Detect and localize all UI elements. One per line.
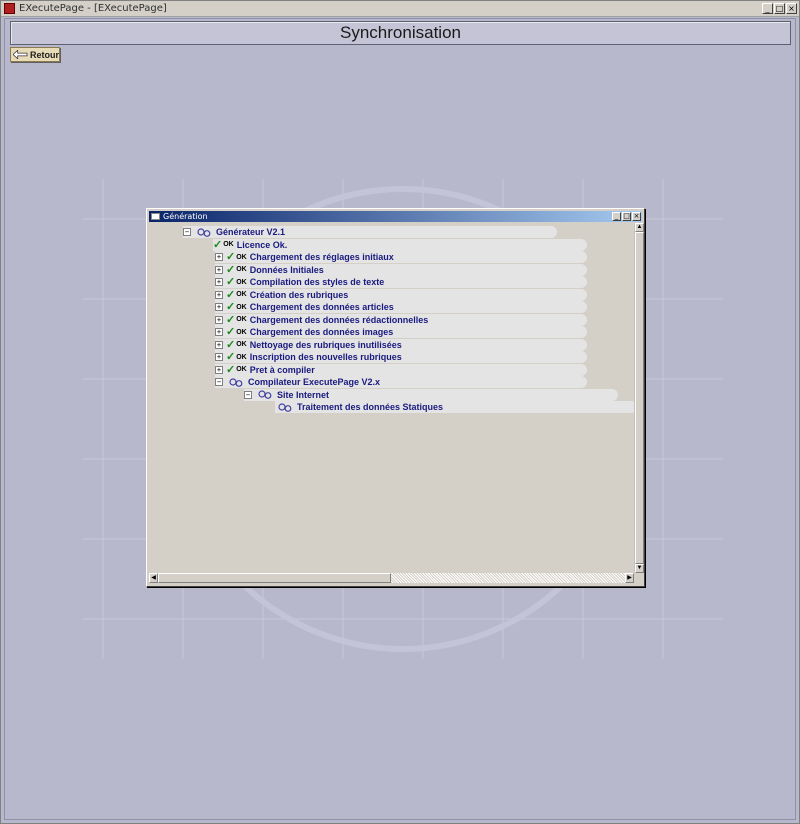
vertical-scrollbar[interactable]: ▲ ▼ [634, 223, 644, 573]
generation-titlebar[interactable]: Génération _ □ × [149, 211, 642, 222]
tree-node-step[interactable]: + ✓ OK Chargement des données rédactionn… [215, 313, 587, 326]
expand-icon[interactable]: + [215, 353, 223, 361]
collapse-icon[interactable]: − [183, 228, 191, 236]
check-icon: ✓ [226, 301, 236, 313]
check-icon: ✓ [213, 238, 223, 251]
tree-node-label: Inscription des nouvelles rubriques [249, 352, 402, 362]
tree-node-label: Traitement des données Statiques [297, 402, 444, 412]
scroll-up-button[interactable]: ▲ [635, 223, 644, 232]
tree-node-static[interactable]: Traitement des données Statiques [275, 401, 634, 413]
tree-node-label: Chargement des données articles [249, 302, 394, 312]
check-icon: ✓ [226, 288, 236, 301]
check-icon: ✓ [226, 276, 236, 288]
horizontal-scroll-thumb[interactable] [158, 573, 391, 583]
check-icon: ✓ [226, 313, 236, 326]
tree-node-step[interactable]: + ✓ OK Données Initiales [215, 263, 587, 276]
scroll-down-button[interactable]: ▼ [635, 564, 644, 573]
tree-node-label: Générateur V2.1 [216, 227, 286, 237]
tree-node-root[interactable]: − Générateur V2.1 [183, 226, 557, 238]
ok-tag: OK [236, 303, 247, 311]
back-arrow-icon [13, 50, 28, 59]
tree-node-label: Pret à compiler [249, 364, 315, 375]
app-window: EXecutePage - [EXecutePage] _ □ × Synchr… [0, 0, 800, 824]
ok-tag: OK [236, 253, 247, 261]
tree-node-label: Création des rubriques [249, 289, 349, 300]
tree-node-label: Données Initiales [249, 264, 324, 275]
tree-node-licence[interactable]: ✓ OK Licence Ok. [213, 238, 587, 251]
tree-node-step[interactable]: + ✓ OK Compilation des styles de texte [215, 276, 587, 288]
close-button[interactable]: × [786, 3, 797, 14]
check-icon: ✓ [226, 338, 236, 351]
vertical-scroll-thumb[interactable] [635, 232, 644, 564]
expand-icon[interactable]: + [215, 290, 223, 299]
tree-node-label: Site Internet [277, 389, 330, 400]
maximize-button[interactable]: □ [774, 3, 785, 14]
tree-view[interactable]: − Générateur V2.1 ✓ OK Licence Ok. + ✓ O… [149, 223, 634, 571]
generation-maximize-button[interactable]: □ [622, 212, 631, 221]
check-icon: ✓ [226, 351, 236, 363]
ok-tag: OK [236, 266, 247, 273]
app-titlebar[interactable]: EXecutePage - [EXecutePage] _ □ × [1, 1, 799, 17]
app-title: EXecutePage - [EXecutePage] [19, 3, 167, 14]
ok-tag: OK [236, 353, 247, 361]
scroll-right-button[interactable]: ▶ [625, 573, 634, 583]
check-icon: ✓ [226, 251, 236, 263]
tree-node-label: Chargement des données images [249, 327, 394, 337]
gears-icon [197, 227, 211, 237]
page-title: Synchronisation [340, 23, 461, 42]
tree-node-compiler[interactable]: − Compilateur ExecutePage V2.x [215, 376, 587, 388]
expand-icon[interactable]: + [215, 265, 223, 274]
ok-tag: OK [236, 316, 247, 323]
scroll-left-button[interactable]: ◀ [149, 573, 158, 583]
check-icon: ✓ [226, 363, 236, 376]
collapse-icon[interactable]: − [215, 378, 223, 386]
collapse-icon[interactable]: − [244, 390, 252, 399]
gears-icon [229, 377, 243, 387]
generation-minimize-button[interactable]: _ [612, 212, 621, 221]
tree-node-step[interactable]: + ✓ OK Création des rubriques [215, 288, 587, 301]
resize-grip-icon[interactable] [634, 573, 644, 583]
tree-node-step[interactable]: + ✓ OK Inscription des nouvelles rubriqu… [215, 351, 587, 363]
gears-icon [258, 390, 272, 399]
expand-icon[interactable]: + [215, 340, 223, 349]
window-icon [151, 213, 160, 220]
tree-node-label: Chargement des données rédactionnelles [249, 314, 429, 325]
horizontal-scrollbar[interactable]: ◀ ▶ [149, 573, 634, 583]
tree-node-label: Chargement des réglages initiaux [249, 252, 394, 262]
check-icon: ✓ [226, 263, 236, 276]
expand-icon[interactable]: + [215, 253, 223, 261]
tree-node-site[interactable]: − Site Internet [244, 388, 618, 401]
app-icon [4, 3, 15, 14]
expand-icon[interactable]: + [215, 328, 223, 336]
expand-icon[interactable]: + [215, 278, 223, 286]
expand-icon[interactable]: + [215, 303, 223, 311]
ok-tag: OK [236, 278, 247, 286]
gears-icon [278, 402, 292, 412]
expand-icon[interactable]: + [215, 365, 223, 374]
tree-node-step[interactable]: + ✓ OK Nettoyage des rubriques inutilisé… [215, 338, 587, 351]
header-bar: Synchronisation [10, 21, 791, 45]
expand-icon[interactable]: + [215, 315, 223, 324]
minimize-button[interactable]: _ [762, 3, 773, 14]
tree-node-label: Nettoyage des rubriques inutilisées [249, 339, 402, 350]
tree-node-label: Compilation des styles de texte [249, 277, 385, 287]
tree-node-step[interactable]: + ✓ OK Chargement des données articles [215, 301, 587, 313]
check-icon: ✓ [226, 326, 236, 338]
ok-tag: OK [236, 366, 247, 373]
tree-node-step[interactable]: + ✓ OK Chargement des réglages initiaux [215, 251, 587, 263]
tree-node-step[interactable]: + ✓ OK Pret à compiler [215, 363, 587, 376]
ok-tag: OK [223, 241, 234, 248]
generation-close-button[interactable]: × [632, 212, 641, 221]
tree-node-label: Compilateur ExecutePage V2.x [248, 377, 381, 387]
back-button-label: Retour [30, 49, 59, 60]
ok-tag: OK [236, 328, 247, 336]
generation-title: Génération [163, 212, 208, 221]
ok-tag: OK [236, 291, 247, 298]
tree-node-step[interactable]: + ✓ OK Chargement des données images [215, 326, 587, 338]
back-button[interactable]: Retour [10, 47, 60, 62]
generation-window: Génération _ □ × − Générateur V2.1 ✓ OK … [146, 208, 645, 587]
tree-node-label: Licence Ok. [236, 239, 288, 250]
ok-tag: OK [236, 341, 247, 348]
